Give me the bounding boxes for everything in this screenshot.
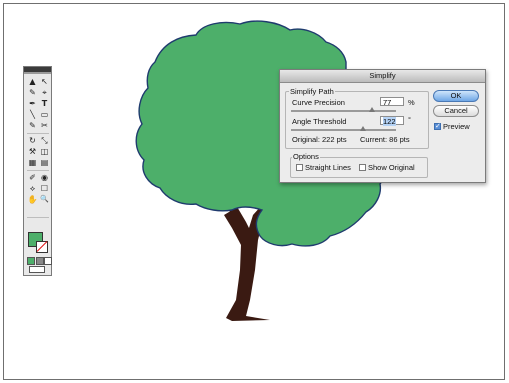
symbol-sprayer-tool-icon[interactable]: ⟡ (27, 184, 38, 193)
straight-lines-label[interactable]: Straight Lines (305, 163, 351, 172)
curve-precision-slider-thumb[interactable] (369, 107, 375, 112)
selection-tool-icon[interactable]: ▲ (27, 77, 38, 86)
free-transform-tool-icon[interactable]: ◫ (39, 147, 50, 156)
tools-separator (27, 170, 49, 171)
curve-precision-unit: % (408, 98, 415, 107)
curve-precision-field[interactable]: 77 (380, 97, 404, 107)
curve-precision-label: Curve Precision (292, 98, 345, 107)
checkmark-icon: ✓ (435, 123, 441, 130)
screen-mode-icon[interactable] (29, 266, 45, 273)
color-mode-icon[interactable] (27, 257, 35, 265)
simplify-path-label: Simplify Path (289, 87, 335, 96)
pencil-tool-icon[interactable]: ✎ (27, 121, 38, 130)
lasso-tool-icon[interactable]: ⌖ (39, 88, 50, 97)
mesh-tool-icon[interactable]: ▦ (27, 158, 38, 167)
blend-tool-icon[interactable]: ◉ (39, 173, 50, 182)
angle-threshold-slider-thumb[interactable] (360, 126, 366, 131)
scale-tool-icon[interactable]: ⤡ (39, 136, 50, 145)
graph-tool-icon[interactable]: ▤ (39, 158, 50, 167)
tools-panel: ▲ ↖ ✎ ⌖ ✒ T ╲ ▭ ✎ ✂ ↻ ⤡ ⚒ ◫ ▦ ▤ ✐ ◉ ⟡ ☐ … (23, 66, 52, 276)
rectangle-tool-icon[interactable]: ▭ (39, 110, 50, 119)
pen-tool-icon[interactable]: ✒ (27, 99, 38, 108)
simplify-dialog: Simplify Simplify Path Curve Precision 7… (279, 69, 486, 183)
tools-panel-divider (24, 72, 51, 74)
angle-threshold-unit: ° (408, 115, 411, 124)
magic-wand-tool-icon[interactable]: ✎ (27, 88, 38, 97)
ok-button[interactable]: OK (433, 90, 479, 102)
tree-artwork[interactable] (0, 0, 509, 383)
preview-label[interactable]: Preview (443, 122, 470, 131)
show-original-checkbox[interactable] (359, 164, 366, 171)
rotate-tool-icon[interactable]: ↻ (27, 136, 38, 145)
zoom-tool-icon[interactable]: 🔍 (39, 195, 50, 204)
none-mode-icon[interactable] (44, 257, 52, 265)
type-tool-icon[interactable]: T (39, 99, 50, 108)
warp-tool-icon[interactable]: ⚒ (27, 147, 38, 156)
angle-threshold-field[interactable]: 122 (380, 116, 404, 126)
original-points-text: Original: 222 pts (292, 135, 347, 144)
eyedropper-tool-icon[interactable]: ✐ (27, 173, 38, 182)
angle-threshold-slider[interactable] (291, 126, 396, 131)
hand-tool-icon[interactable]: ✋ (27, 195, 38, 204)
curve-precision-slider[interactable] (291, 107, 396, 112)
line-tool-icon[interactable]: ╲ (27, 110, 38, 119)
options-label: Options (292, 152, 320, 161)
direct-selection-tool-icon[interactable]: ↖ (39, 77, 50, 86)
artboard-tool-icon[interactable]: ☐ (39, 184, 50, 193)
angle-threshold-label: Angle Threshold (292, 117, 347, 126)
scissors-tool-icon[interactable]: ✂ (39, 121, 50, 130)
tools-separator (27, 217, 49, 218)
stroke-color-swatch[interactable] (36, 241, 48, 253)
straight-lines-checkbox[interactable] (296, 164, 303, 171)
cancel-button[interactable]: Cancel (433, 105, 479, 117)
dialog-title[interactable]: Simplify (280, 70, 485, 83)
preview-checkbox[interactable]: ✓ (434, 123, 441, 130)
show-original-label[interactable]: Show Original (368, 163, 415, 172)
gradient-mode-icon[interactable] (36, 257, 44, 265)
tools-separator (27, 133, 49, 134)
current-points-text: Current: 86 pts (360, 135, 410, 144)
